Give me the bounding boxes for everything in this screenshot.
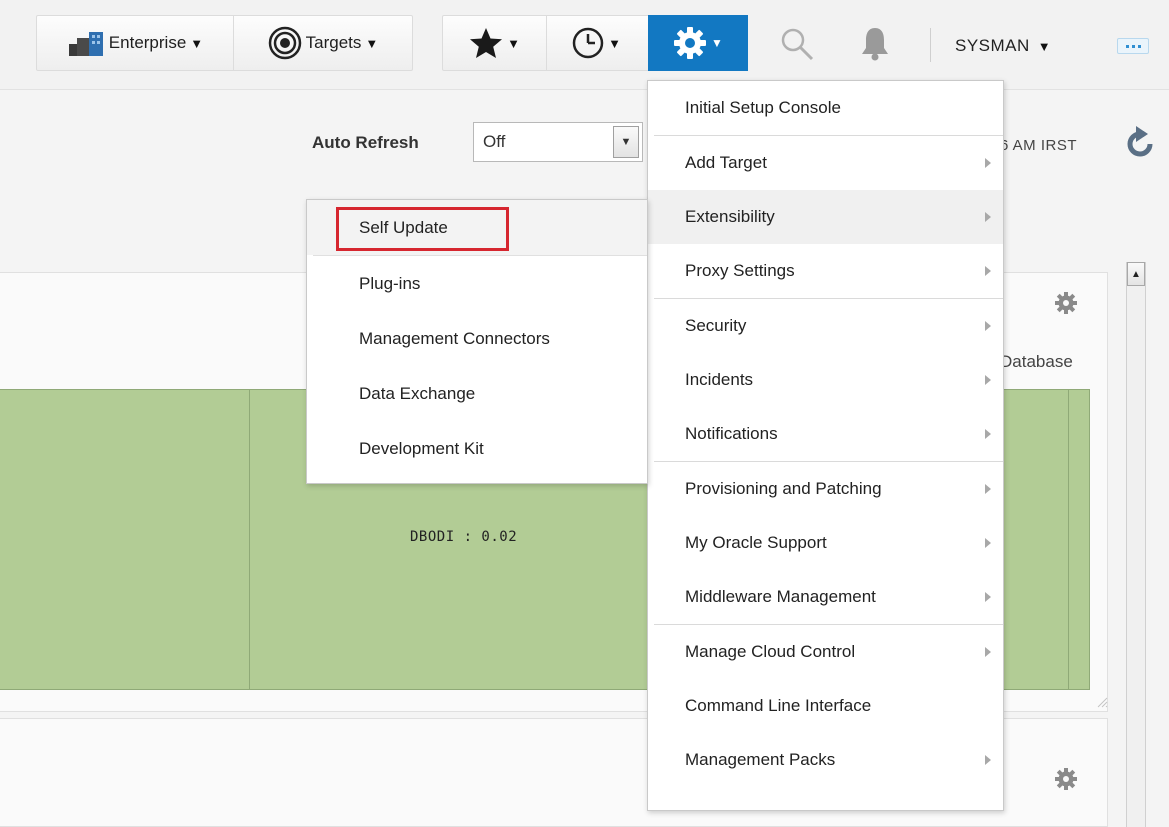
panel-gear-icon[interactable] [1054, 767, 1078, 791]
submenu-item-self-update[interactable]: Self Update [307, 200, 647, 255]
user-menu-label: SYSMAN [955, 36, 1030, 55]
menu-item-label: Command Line Interface [685, 696, 872, 715]
notifications-button[interactable] [853, 22, 897, 66]
menu-item-incidents[interactable]: Incidents [648, 353, 1003, 407]
treemap-divider [249, 390, 250, 689]
star-icon [470, 28, 503, 58]
menu-item-extensibility[interactable]: Extensibility [648, 190, 1003, 244]
menu-item-label: Security [685, 316, 747, 335]
chevron-down-icon: ▼ [190, 35, 204, 51]
auto-refresh-select[interactable]: Off ▼ [473, 122, 643, 162]
gear-icon [674, 27, 707, 59]
chevron-down-icon: ▼ [507, 35, 520, 51]
submenu-arrow-icon [985, 429, 991, 439]
vertical-scrollbar[interactable]: ▲ [1126, 262, 1146, 827]
more-icon[interactable] [1117, 38, 1149, 54]
submenu-item-label: Plug-ins [359, 273, 421, 293]
menu-item-label: My Oracle Support [685, 533, 827, 552]
treemap-cell-label[interactable]: DBODI : 0.02 [410, 529, 517, 545]
menu-item-notifications[interactable]: Notifications [648, 407, 1003, 461]
search-button[interactable] [775, 22, 819, 66]
menu-item-proxy-settings[interactable]: Proxy Settings [648, 244, 1003, 298]
menu-item-label: Manage Cloud Control [685, 642, 856, 661]
targets-menu-button[interactable]: Targets ▼ [232, 16, 412, 70]
target-icon [268, 26, 301, 60]
submenu-item-data-exchange[interactable]: Data Exchange [307, 366, 647, 421]
submenu-item-label: Development Kit [359, 438, 484, 458]
menu-item-initial-setup-console[interactable]: Initial Setup Console [648, 81, 1003, 135]
refresh-icon[interactable] [1120, 124, 1160, 164]
submenu-arrow-icon [985, 484, 991, 494]
menu-item-management-packs[interactable]: Management Packs [648, 733, 1003, 787]
menu-item-label: Provisioning and Patching [685, 479, 882, 498]
clock-icon [572, 27, 604, 59]
database-column-label: Database [1000, 352, 1073, 371]
chevron-down-icon: ▼ [1037, 38, 1052, 54]
submenu-item-label: Management Connectors [359, 328, 550, 348]
last-refresh-time: 6 AM IRST [1000, 137, 1078, 154]
submenu-arrow-icon [985, 375, 991, 385]
menu-item-middleware-management[interactable]: Middleware Management [648, 570, 1003, 624]
menu-item-add-target[interactable]: Add Target [648, 136, 1003, 190]
auto-refresh-label: Auto Refresh [312, 133, 419, 152]
chevron-down-icon: ▼ [365, 35, 379, 51]
menu-item-provisioning-and-patching[interactable]: Provisioning and Patching [648, 462, 1003, 516]
submenu-arrow-icon [985, 266, 991, 276]
menu-item-label: Notifications [685, 424, 778, 443]
resize-grip-icon[interactable] [1096, 696, 1108, 708]
treemap-divider [1068, 390, 1069, 689]
menu-item-manage-cloud-control[interactable]: Manage Cloud Control [648, 625, 1003, 679]
targets-menu-label: Targets [305, 33, 362, 52]
chevron-down-icon: ▼ [608, 35, 621, 51]
setup-menu-button[interactable]: ▼ [648, 15, 748, 71]
nav-menu-group: Enterprise ▼ Targets ▼ [36, 15, 413, 71]
menu-item-label: Middleware Management [685, 587, 876, 606]
submenu-item-label: Data Exchange [359, 383, 476, 403]
submenu-arrow-icon [985, 321, 991, 331]
enterprise-menu-label: Enterprise [108, 33, 187, 52]
auto-refresh-value: Off [483, 132, 506, 151]
menu-item-label: Extensibility [685, 207, 775, 226]
submenu-arrow-icon [985, 212, 991, 222]
submenu-arrow-icon [985, 592, 991, 602]
search-icon [781, 28, 814, 61]
submenu-item-management-connectors[interactable]: Management Connectors [307, 311, 647, 366]
chevron-down-icon: ▼ [711, 36, 723, 50]
enterprise-menu-button[interactable]: Enterprise ▼ [37, 16, 233, 70]
panel-gear-icon[interactable] [1054, 291, 1078, 315]
bell-icon [862, 28, 888, 61]
favorites-menu-button[interactable]: ▼ [443, 16, 546, 70]
menu-item-command-line-interface[interactable]: Command Line Interface [648, 679, 1003, 733]
menu-item-label: Incidents [685, 370, 754, 389]
submenu-item-label: Self Update [359, 217, 448, 237]
toolbar-divider [930, 28, 931, 62]
scroll-up-arrow-icon[interactable]: ▲ [1127, 262, 1145, 286]
extensibility-submenu: Self Update Plug-ins Management Connecto… [306, 199, 648, 484]
submenu-arrow-icon [985, 158, 991, 168]
submenu-item-development-kit[interactable]: Development Kit [307, 421, 647, 476]
menu-item-label: Management Packs [685, 750, 836, 769]
user-menu-button[interactable]: SYSMAN ▼ [955, 28, 1051, 64]
menu-item-label: Add Target [685, 153, 767, 172]
menu-item-security[interactable]: Security [648, 299, 1003, 353]
submenu-arrow-icon [985, 538, 991, 548]
enterprise-icon [68, 32, 103, 56]
chevron-down-icon: ▼ [613, 126, 639, 158]
menu-item-label: Initial Setup Console [685, 98, 841, 117]
menu-item-my-oracle-support[interactable]: My Oracle Support [648, 516, 1003, 570]
submenu-arrow-icon [985, 755, 991, 765]
submenu-arrow-icon [985, 647, 991, 657]
submenu-item-plug-ins[interactable]: Plug-ins [307, 256, 647, 311]
history-menu-button[interactable]: ▼ [546, 16, 646, 70]
setup-menu: Initial Setup Console Add Target Extensi… [647, 80, 1004, 811]
menu-item-label: Proxy Settings [685, 261, 795, 280]
global-toolbar: Enterprise ▼ Targets ▼ ▼ ▼ ▼ SYSMAN ▼ [0, 0, 1169, 90]
